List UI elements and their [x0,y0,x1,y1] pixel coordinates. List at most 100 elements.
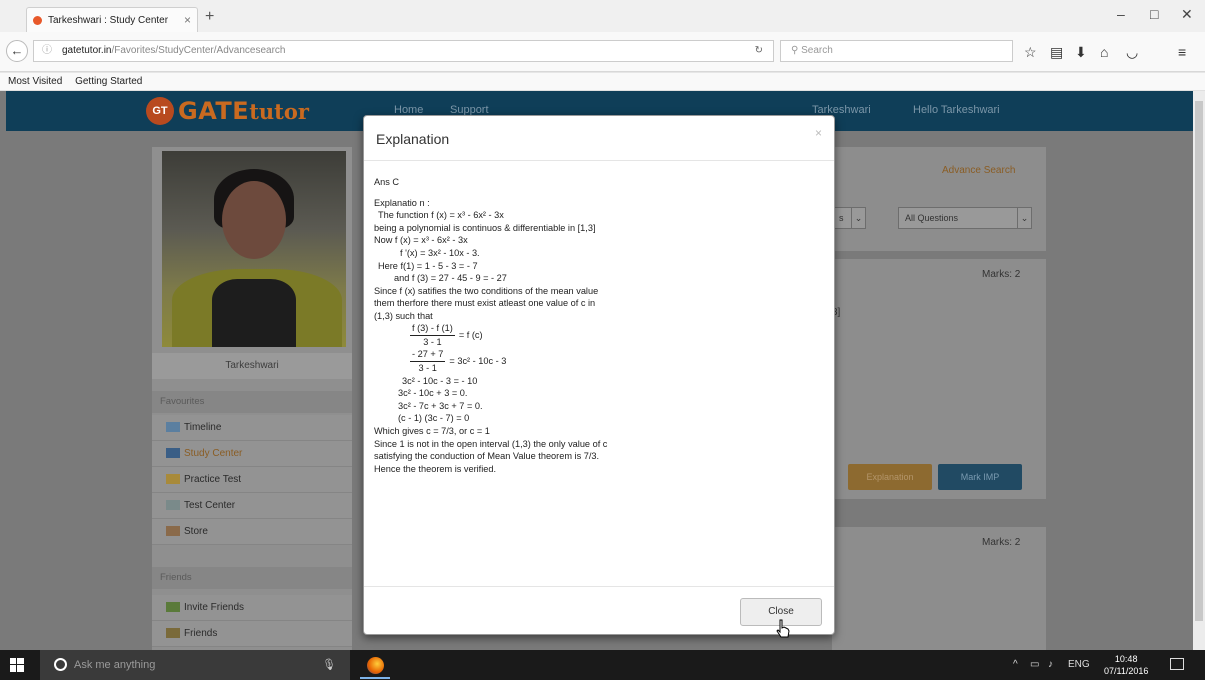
sidebar-item-friends[interactable]: Friends [152,621,352,647]
modal-header: Explanation × [364,116,834,161]
sidebar-item-practice-test[interactable]: Practice Test [152,467,352,493]
microphone-icon[interactable]: 🎙 [322,650,336,680]
explanation-button[interactable]: Explanation [848,464,932,490]
menu-icon[interactable]: ≡ [1178,44,1186,60]
questions-select[interactable]: All Questions ⌄ [898,207,1032,229]
sidebar-item-invite-friends[interactable]: Invite Friends [152,595,352,621]
browser-tab[interactable]: Tarkeshwari : Study Center × [26,7,198,32]
sidebar-item-timeline[interactable]: Timeline [152,415,352,441]
equation-rhs: = 3c² - 10c - 3 [449,356,507,367]
invite-friends-icon [166,602,180,613]
explanation-line: and f (3) = 27 - 45 - 9 = - 27 [394,273,507,284]
bookmark-star-icon[interactable]: ☆ [1024,44,1037,61]
home-icon[interactable]: ⌂ [1100,44,1108,60]
explanation-line: Here f(1) = 1 - 5 - 3 = - 7 [378,260,478,271]
tab-close-icon[interactable]: × [184,13,191,27]
pocket-icon[interactable]: ◡ [1126,44,1138,61]
explanation-line: 3c² - 10c - 3 = - 10 [402,375,478,386]
reload-icon[interactable]: ↻ [755,41,763,61]
question-card-2: Marks: 2 [832,527,1046,650]
reading-list-icon[interactable]: ▤ [1050,44,1063,61]
url-bar[interactable]: ⓘ gatetutor.in/Favorites/StudyCenter/Adv… [33,40,774,62]
profile-username[interactable]: Tarkeshwari [152,353,352,379]
cortana-placeholder: Ask me anything [74,659,156,671]
sidebar-item-label: Test Center [184,500,236,511]
notification-icon[interactable] [1170,658,1184,670]
sidebar-item-store[interactable]: Store [152,519,352,545]
maximize-icon[interactable]: □ [1150,6,1158,22]
logo-gate: GATE [178,97,250,125]
explanation-line: Explanatio n : [374,197,430,208]
friends-section-title: Friends [152,567,352,589]
sidebar-item-label: Invite Friends [184,602,245,613]
language-indicator[interactable]: ENG [1068,650,1090,680]
page-scrollbar[interactable] [1193,91,1205,650]
fraction: - 27 + 73 - 1 [410,348,446,374]
logo-tutor: tutor [249,98,309,124]
clock[interactable]: 10:48 07/11/2016 [1104,653,1148,677]
cortana-search-input[interactable]: Ask me anything 🎙 [40,650,350,680]
download-icon[interactable]: ⬇ [1075,44,1087,61]
sidebar-item-label: Study Center [184,448,243,459]
fraction: f (3) - f (1) 3 - 1 [410,322,455,348]
explanation-line: Hence the theorem is verified. [374,463,497,474]
filter-select[interactable]: s ⌄ [832,207,866,229]
marks-label: Marks: 2 [982,537,1021,548]
bookmark-most-visited[interactable]: Most Visited [8,76,62,87]
modal-footer: Close [364,586,834,634]
explanation-line: (c - 1) (3c - 7) = 0 [398,413,470,424]
explanation-line: Which gives c = 7/3, or c = 1 [374,425,490,436]
tray-chevron-icon[interactable]: ^ [1013,650,1018,680]
fraction-denominator: 3 - 1 [418,363,437,374]
sidebar-item-study-center[interactable]: Study Center [152,441,352,467]
tab-title: Tarkeshwari : Study Center [48,14,169,26]
close-icon[interactable]: × [815,126,822,140]
search-filter-box: Advance Search s ⌄ All Questions ⌄ [832,147,1046,251]
fraction-denominator: 3 - 1 [423,337,442,348]
timeline-icon [166,422,180,433]
browser-tab-bar: Tarkeshwari : Study Center × + – □ ✕ [0,0,1205,32]
explanation-line: f '(x) = 3x² - 10x - 3. [400,247,480,258]
sidebar-item-label: Store [184,526,208,537]
minimize-icon[interactable]: – [1117,6,1125,22]
left-sidebar: Tarkeshwari Favourites Timeline Study Ce… [152,147,352,650]
equation-rhs: = f (c) [458,330,483,341]
explanation-line: Since 1 is not in the open interval (1,3… [374,438,608,449]
equation-row: f (3) - f (1) 3 - 1 = f (c) [374,323,824,349]
explanation-line: (1,3) such that [374,310,433,321]
network-icon[interactable]: ▭ [1030,650,1039,680]
explanation-line: Now f (x) = x³ - 6x² - 3x [374,235,468,246]
explanation-line: 3c² - 10c + 3 = 0. [398,388,468,399]
chevron-down-icon: ⌄ [851,208,865,228]
greeting-menu[interactable]: Hello Tarkeshwari [913,104,1000,116]
marks-label: Marks: 2 [982,269,1021,280]
modal-body: Ans C Explanatio n : The function f (x) … [364,162,834,586]
windows-start-icon[interactable] [10,658,24,672]
firefox-taskbar-icon[interactable] [360,653,390,679]
bookmarks-toolbar: Most Visited Getting Started [0,73,1205,91]
volume-icon[interactable]: ♪ [1048,650,1053,680]
site-info-icon[interactable]: ⓘ [42,41,52,61]
close-window-icon[interactable]: ✕ [1181,6,1193,23]
back-button[interactable]: ← [6,40,28,62]
explanation-line: satisfying the conduction of Mean Value … [374,451,600,462]
browser-search-input[interactable]: ⚲ Search [780,40,1013,62]
site-favicon-icon [33,15,42,25]
clock-time: 10:48 [1114,654,1138,664]
explanation-line: Since f (x) satifies the two conditions … [374,285,599,296]
explanation-line: them therfore there must exist atleast o… [374,298,596,309]
url-domain: gatetutor.in [62,45,112,56]
new-tab-button[interactable]: + [205,8,214,26]
favourites-section-title: Favourites [152,391,352,413]
url-path: /Favorites/StudyCenter/Advancesearch [111,45,286,56]
sidebar-item-label: Timeline [184,422,222,433]
site-logo[interactable]: GT GATE tutor [146,97,309,125]
mark-imp-button[interactable]: Mark IMP [938,464,1022,490]
hand-cursor-icon [776,619,790,638]
sidebar-item-test-center[interactable]: Test Center [152,493,352,519]
filter-value: s [839,213,844,223]
equation-row: - 27 + 73 - 1 = 3c² - 10c - 3 [374,349,824,375]
bookmark-getting-started[interactable]: Getting Started [75,76,142,87]
store-icon [166,526,180,537]
advance-search-link[interactable]: Advance Search [942,165,1015,176]
